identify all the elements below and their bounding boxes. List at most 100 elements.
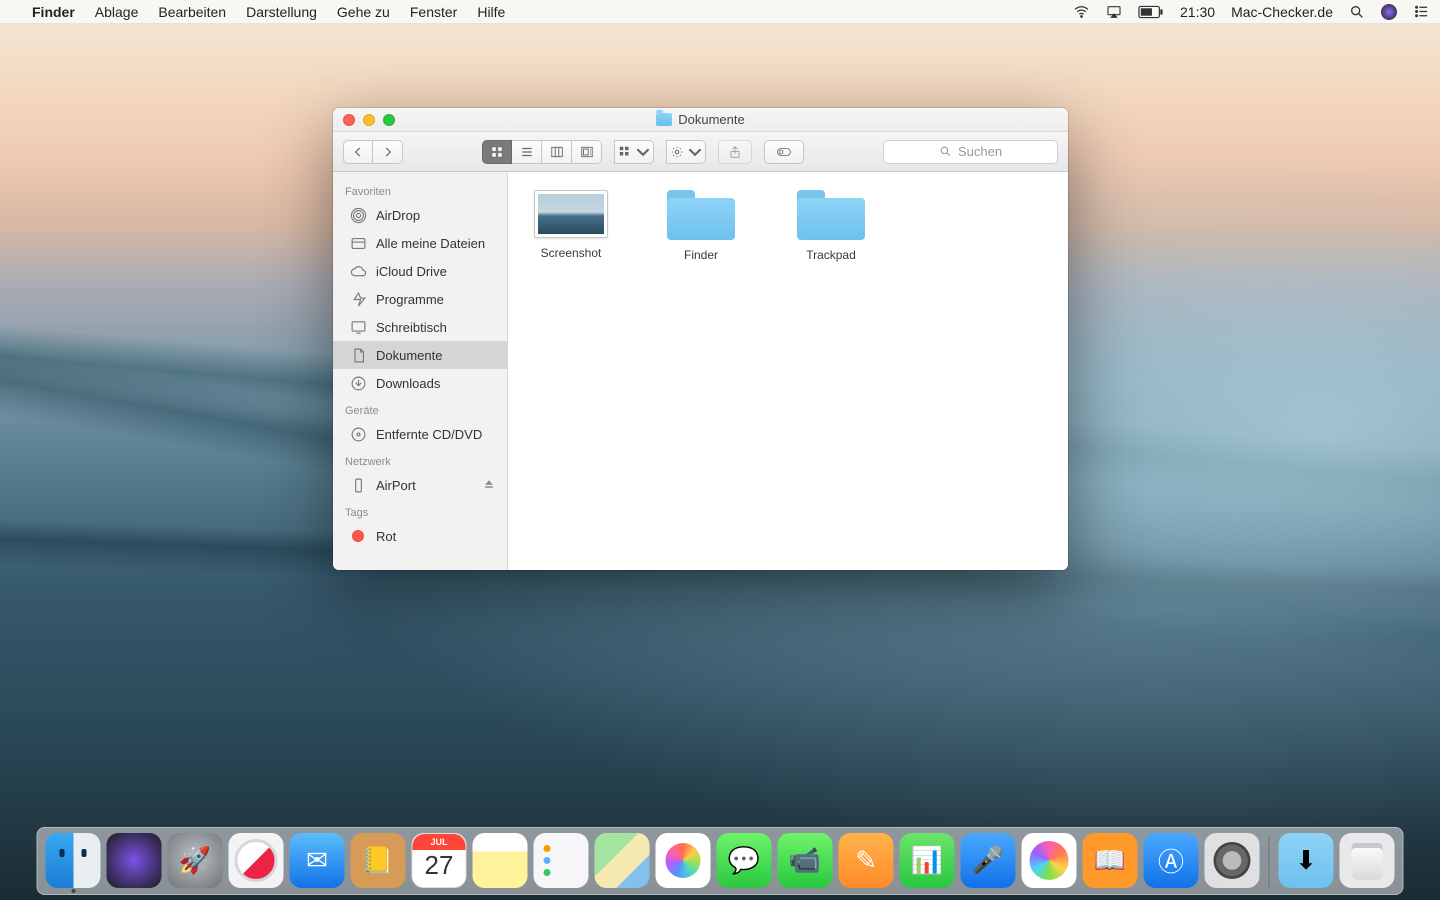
dock-photos[interactable]: [656, 833, 711, 888]
sidebar-item-downloads[interactable]: Downloads: [333, 369, 507, 397]
dock-calendar[interactable]: JUL27: [412, 833, 467, 888]
airport-icon: [349, 476, 367, 494]
sidebar-heading-favorites: Favoriten: [333, 178, 507, 201]
menubar-app-name[interactable]: Finder: [22, 0, 85, 24]
sidebar-heading-devices: Geräte: [333, 397, 507, 420]
share-button[interactable]: [718, 140, 752, 164]
dock-system-preferences[interactable]: [1205, 833, 1260, 888]
arrange-button[interactable]: [614, 140, 654, 164]
window-zoom-button[interactable]: [383, 114, 395, 126]
dock-numbers[interactable]: 📊: [900, 833, 955, 888]
applications-icon: [349, 290, 367, 308]
file-label: Trackpad: [806, 248, 856, 262]
view-mode-buttons: [482, 140, 602, 164]
dock-trash[interactable]: [1340, 833, 1395, 888]
finder-sidebar: Favoriten AirDrop Alle meine Dateien iCl…: [333, 172, 508, 570]
all-files-icon: [349, 234, 367, 252]
cloud-icon: [349, 262, 367, 280]
dock-separator: [1269, 836, 1270, 888]
view-columns-button[interactable]: [542, 140, 572, 164]
sidebar-item-airdrop[interactable]: AirDrop: [333, 201, 507, 229]
search-field[interactable]: Suchen: [883, 140, 1058, 164]
menu-hilfe[interactable]: Hilfe: [467, 0, 515, 24]
sidebar-heading-network: Netzwerk: [333, 448, 507, 471]
image-thumbnail-icon: [534, 190, 608, 238]
menu-ablage[interactable]: Ablage: [85, 0, 149, 24]
dock-keynote[interactable]: 🎤: [961, 833, 1016, 888]
finder-window: Dokumente Suchen Favoriten AirDrop A: [333, 108, 1068, 570]
menu-bearbeiten[interactable]: Bearbeiten: [148, 0, 236, 24]
dock-launchpad[interactable]: 🚀: [168, 833, 223, 888]
search-placeholder: Suchen: [958, 144, 1002, 159]
window-minimize-button[interactable]: [363, 114, 375, 126]
sidebar-heading-tags: Tags: [333, 499, 507, 522]
tag-red-icon: [349, 527, 367, 545]
menu-darstellung[interactable]: Darstellung: [236, 0, 327, 24]
back-button[interactable]: [343, 140, 373, 164]
finder-content[interactable]: Screenshot Finder Trackpad: [508, 172, 1068, 570]
file-label: Finder: [684, 248, 718, 262]
dock-contacts[interactable]: 📒: [351, 833, 406, 888]
dock-mail[interactable]: ✉︎: [290, 833, 345, 888]
downloads-icon: [349, 374, 367, 392]
window-title: Dokumente: [678, 112, 744, 127]
calendar-month-label: JUL: [413, 834, 466, 850]
disc-icon: [349, 425, 367, 443]
dock-siri[interactable]: [107, 833, 162, 888]
dock-appstore[interactable]: Ⓐ: [1144, 833, 1199, 888]
finder-toolbar: Suchen: [333, 132, 1068, 172]
view-icons-button[interactable]: [482, 140, 512, 164]
dock-pages[interactable]: ✎: [839, 833, 894, 888]
dock-finder[interactable]: [46, 833, 101, 888]
sidebar-item-airport[interactable]: AirPort: [333, 471, 507, 499]
sidebar-item-remote-disc[interactable]: Entfernte CD/DVD: [333, 420, 507, 448]
dock-messages[interactable]: 💬: [717, 833, 772, 888]
view-gallery-button[interactable]: [572, 140, 602, 164]
folder-icon: [667, 190, 735, 240]
dock-downloads-stack[interactable]: ⬇︎: [1279, 833, 1334, 888]
notification-center-icon[interactable]: [1413, 3, 1430, 20]
desktop-icon: [349, 318, 367, 336]
folder-icon: [797, 190, 865, 240]
sidebar-item-applications[interactable]: Programme: [333, 285, 507, 313]
eject-icon[interactable]: [483, 478, 495, 493]
menubar-clock[interactable]: 21:30: [1180, 4, 1215, 20]
view-list-button[interactable]: [512, 140, 542, 164]
airdrop-icon: [349, 206, 367, 224]
menu-gehe-zu[interactable]: Gehe zu: [327, 0, 400, 24]
file-item-trackpad-folder[interactable]: Trackpad: [786, 190, 876, 262]
calendar-day-label: 27: [425, 850, 454, 881]
sidebar-item-desktop[interactable]: Schreibtisch: [333, 313, 507, 341]
menu-fenster[interactable]: Fenster: [400, 0, 467, 24]
documents-icon: [349, 346, 367, 364]
airplay-icon[interactable]: [1106, 4, 1122, 20]
menubar: Finder Ablage Bearbeiten Darstellung Geh…: [0, 0, 1440, 24]
window-close-button[interactable]: [343, 114, 355, 126]
sidebar-item-icloud-drive[interactable]: iCloud Drive: [333, 257, 507, 285]
spotlight-icon[interactable]: [1349, 4, 1365, 20]
battery-icon[interactable]: [1138, 5, 1164, 19]
dock-maps[interactable]: [595, 833, 650, 888]
file-label: Screenshot: [541, 246, 602, 260]
dock-reminders[interactable]: [534, 833, 589, 888]
dock-ibooks[interactable]: 📖: [1083, 833, 1138, 888]
file-item-finder-folder[interactable]: Finder: [656, 190, 746, 262]
forward-button[interactable]: [373, 140, 403, 164]
dock: 🚀 ✉︎ 📒 JUL27 💬 📹 ✎ 📊 🎤 📖 Ⓐ ⬇︎: [37, 827, 1404, 895]
menubar-site-text: Mac-Checker.de: [1231, 4, 1333, 20]
wifi-icon[interactable]: [1073, 3, 1090, 20]
dock-facetime[interactable]: 📹: [778, 833, 833, 888]
file-item-screenshot[interactable]: Screenshot: [526, 190, 616, 260]
dock-itunes[interactable]: [1022, 833, 1077, 888]
nav-buttons: [343, 140, 403, 164]
sidebar-item-all-my-files[interactable]: Alle meine Dateien: [333, 229, 507, 257]
tags-button[interactable]: [764, 140, 804, 164]
sidebar-item-documents[interactable]: Dokumente: [333, 341, 507, 369]
dock-notes[interactable]: [473, 833, 528, 888]
dock-safari[interactable]: [229, 833, 284, 888]
siri-menubar-icon[interactable]: [1381, 4, 1397, 20]
titlebar-folder-icon: [656, 113, 672, 126]
action-button[interactable]: [666, 140, 706, 164]
window-titlebar[interactable]: Dokumente: [333, 108, 1068, 132]
sidebar-item-tag-rot[interactable]: Rot: [333, 522, 507, 550]
